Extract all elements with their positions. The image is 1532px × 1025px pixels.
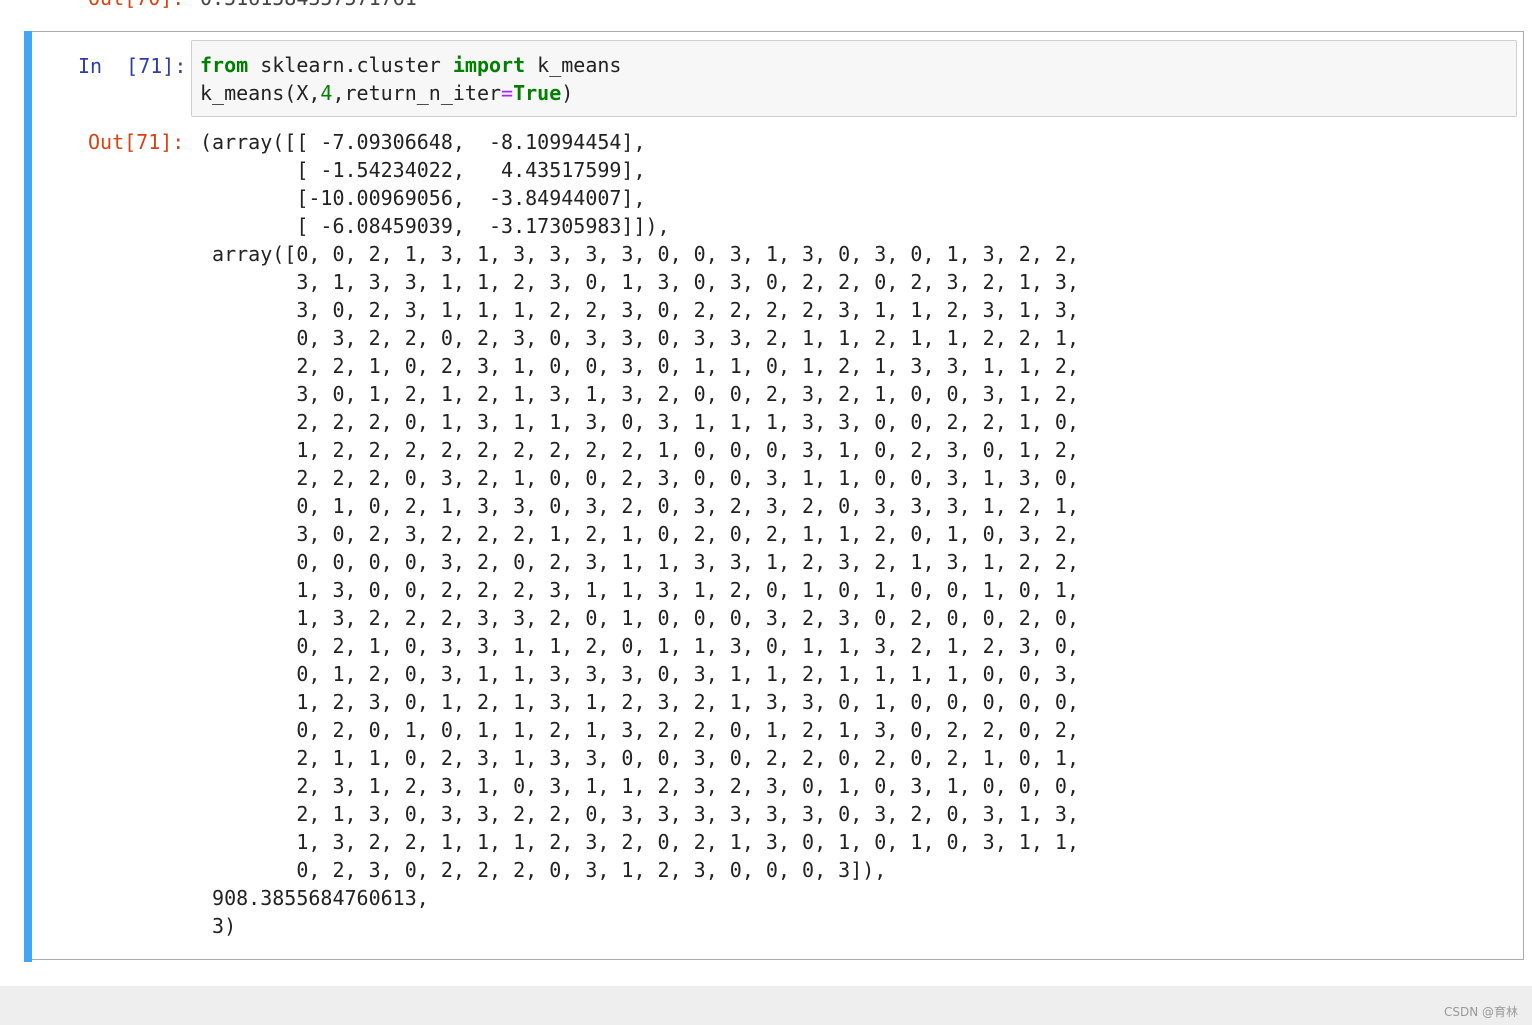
output-line: 0, 0, 0, 0, 3, 2, 0, 2, 3, 1, 1, 3, 3, 1… — [200, 550, 1079, 574]
page-footer-band — [0, 986, 1532, 1025]
input-prompt: In [71]: — [78, 54, 187, 78]
output-line: 3, 1, 3, 3, 1, 1, 2, 3, 0, 1, 3, 0, 3, 0… — [200, 270, 1079, 294]
output-line: 0, 2, 1, 0, 3, 3, 1, 1, 2, 0, 1, 1, 3, 0… — [200, 634, 1079, 658]
output-line: 1, 3, 2, 2, 1, 1, 1, 2, 3, 2, 0, 2, 1, 3… — [200, 830, 1079, 854]
output-line: 2, 1, 1, 0, 2, 3, 1, 3, 3, 0, 0, 3, 0, 2… — [200, 746, 1079, 770]
output-line: 2, 1, 3, 0, 3, 3, 2, 2, 0, 3, 3, 3, 3, 3… — [200, 802, 1079, 826]
output-line: [-10.00969056, -3.84944007], — [200, 186, 646, 210]
output-line: 2, 2, 2, 0, 1, 3, 1, 1, 3, 0, 3, 1, 1, 1… — [200, 410, 1079, 434]
imported-name: k_means — [525, 53, 622, 77]
previous-output-text: 0.5161584357571761 — [200, 0, 417, 10]
output-line: array([0, 0, 2, 1, 3, 1, 3, 3, 3, 3, 0, … — [200, 242, 1079, 266]
call-start: k_means(X, — [200, 81, 321, 105]
output-line: 3) — [200, 914, 237, 938]
code-line-1: from sklearn.cluster import k_means — [200, 51, 621, 79]
call-end: ) — [561, 81, 574, 105]
previous-output-prompt: Out[70]: — [88, 0, 184, 10]
output-line: 1, 2, 3, 0, 1, 2, 1, 3, 1, 2, 3, 2, 1, 3… — [200, 690, 1079, 714]
number-literal: 4 — [320, 81, 333, 105]
output-line: 3, 0, 2, 3, 1, 1, 1, 2, 2, 3, 0, 2, 2, 2… — [200, 298, 1079, 322]
output-line: 0, 1, 2, 0, 3, 1, 1, 3, 3, 3, 0, 3, 1, 1… — [200, 662, 1079, 686]
output-line: 0, 2, 0, 1, 0, 1, 1, 2, 1, 3, 2, 2, 0, 1… — [200, 718, 1079, 742]
output-line: 0, 2, 3, 0, 2, 2, 2, 0, 3, 1, 2, 3, 0, 0… — [200, 858, 887, 882]
module-name: sklearn.cluster — [248, 53, 453, 77]
watermark: CSDN @育林 — [1443, 1005, 1518, 1019]
keyword-true: True — [513, 81, 562, 105]
output-line: [ -6.08459039, -3.17305983]]), — [200, 214, 670, 238]
assign-operator: = — [501, 81, 514, 105]
output-line: 1, 2, 2, 2, 2, 2, 2, 2, 2, 2, 1, 0, 0, 0… — [200, 438, 1079, 462]
output-line: 2, 3, 1, 2, 3, 1, 0, 3, 1, 1, 2, 3, 2, 3… — [200, 774, 1079, 798]
output-line: 908.3855684760613, — [200, 886, 429, 910]
output-line: (array([[ -7.09306648, -8.10994454], — [200, 130, 646, 154]
output-line: 1, 3, 2, 2, 2, 3, 3, 2, 0, 1, 0, 0, 0, 3… — [200, 606, 1079, 630]
output-line: [ -1.54234022, 4.43517599], — [200, 158, 646, 182]
output-line: 3, 0, 1, 2, 1, 2, 1, 3, 1, 3, 2, 0, 0, 2… — [200, 382, 1079, 406]
code-line-2: k_means(X,4,return_n_iter=True) — [200, 79, 573, 107]
output-line: 1, 3, 0, 0, 2, 2, 2, 3, 1, 1, 3, 1, 2, 0… — [200, 578, 1079, 602]
previous-output: Out[70]: 0.5161584357571761 — [0, 0, 1532, 12]
keyword-from: from — [200, 53, 249, 77]
output-line: 0, 3, 2, 2, 0, 2, 3, 0, 3, 3, 0, 3, 3, 2… — [200, 326, 1079, 350]
call-argument: ,return_n_iter — [332, 81, 502, 105]
cell-selection-bar — [24, 31, 32, 962]
code-editor[interactable]: from sklearn.cluster import k_means k_me… — [191, 40, 1517, 117]
output-line: 3, 0, 2, 3, 2, 2, 2, 1, 2, 1, 0, 2, 0, 2… — [200, 522, 1079, 546]
output-line: 2, 2, 1, 0, 2, 3, 1, 0, 0, 3, 0, 1, 1, 0… — [200, 354, 1079, 378]
output-line: 0, 1, 0, 2, 1, 3, 3, 0, 3, 2, 0, 3, 2, 3… — [200, 494, 1079, 518]
cell-output: (array([[ -7.09306648, -8.10994454], [ -… — [200, 128, 1500, 958]
keyword-import: import — [452, 53, 526, 77]
output-prompt: Out[71]: — [88, 130, 185, 154]
output-line: 2, 2, 2, 0, 3, 2, 1, 0, 0, 2, 3, 0, 0, 3… — [200, 466, 1079, 490]
